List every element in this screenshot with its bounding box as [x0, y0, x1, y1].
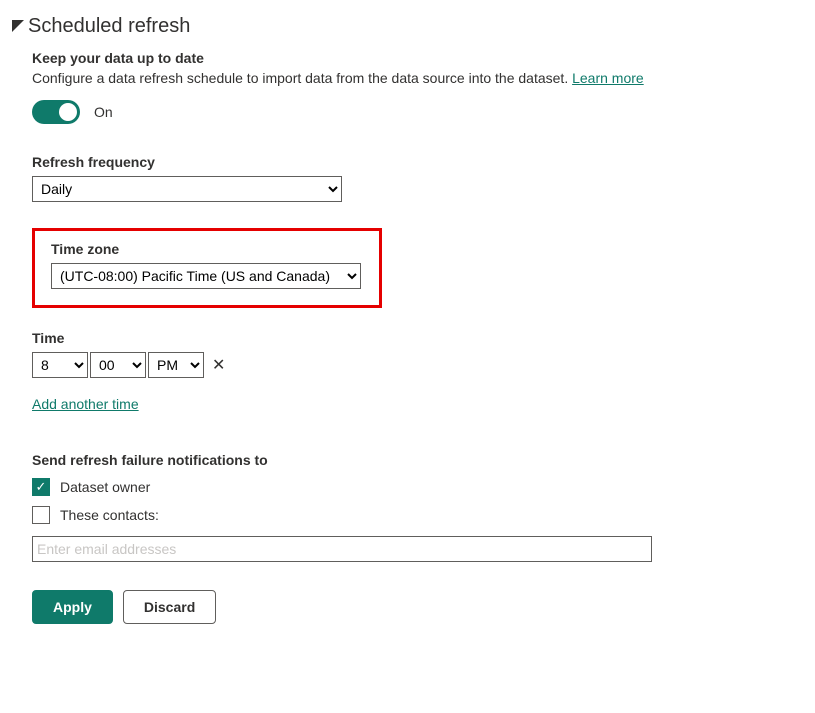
time-ampm-select[interactable]: PM [148, 352, 204, 378]
time-label: Time [32, 330, 803, 346]
learn-more-link[interactable]: Learn more [572, 70, 644, 86]
owner-checkbox-label: Dataset owner [60, 479, 150, 495]
contacts-checkbox-label: These contacts: [60, 507, 159, 523]
toggle-state-label: On [94, 104, 113, 120]
timezone-highlight-box: Time zone (UTC-08:00) Pacific Time (US a… [32, 228, 382, 308]
on-off-toggle[interactable] [32, 100, 80, 124]
discard-button[interactable]: Discard [123, 590, 216, 624]
frequency-label: Refresh frequency [32, 154, 803, 170]
apply-button[interactable]: Apply [32, 590, 113, 624]
timezone-select[interactable]: (UTC-08:00) Pacific Time (US and Canada) [51, 263, 361, 289]
contacts-checkbox[interactable] [32, 506, 50, 524]
time-minute-select[interactable]: 00 [90, 352, 146, 378]
timezone-label: Time zone [51, 241, 363, 257]
add-time-link[interactable]: Add another time [32, 396, 139, 412]
expand-icon [12, 15, 24, 38]
keep-desc: Configure a data refresh schedule to imp… [32, 70, 803, 86]
frequency-select[interactable]: Daily [32, 176, 342, 202]
time-hour-select[interactable]: 8 [32, 352, 88, 378]
section-header[interactable]: Scheduled refresh [12, 15, 803, 38]
notify-label: Send refresh failure notifications to [32, 452, 803, 468]
keep-title: Keep your data up to date [32, 50, 803, 66]
email-input[interactable] [32, 536, 652, 562]
remove-time-icon[interactable]: ✕ [212, 355, 225, 375]
section-title: Scheduled refresh [28, 15, 190, 38]
owner-checkbox[interactable]: ✓ [32, 478, 50, 496]
keep-desc-text: Configure a data refresh schedule to imp… [32, 70, 572, 86]
